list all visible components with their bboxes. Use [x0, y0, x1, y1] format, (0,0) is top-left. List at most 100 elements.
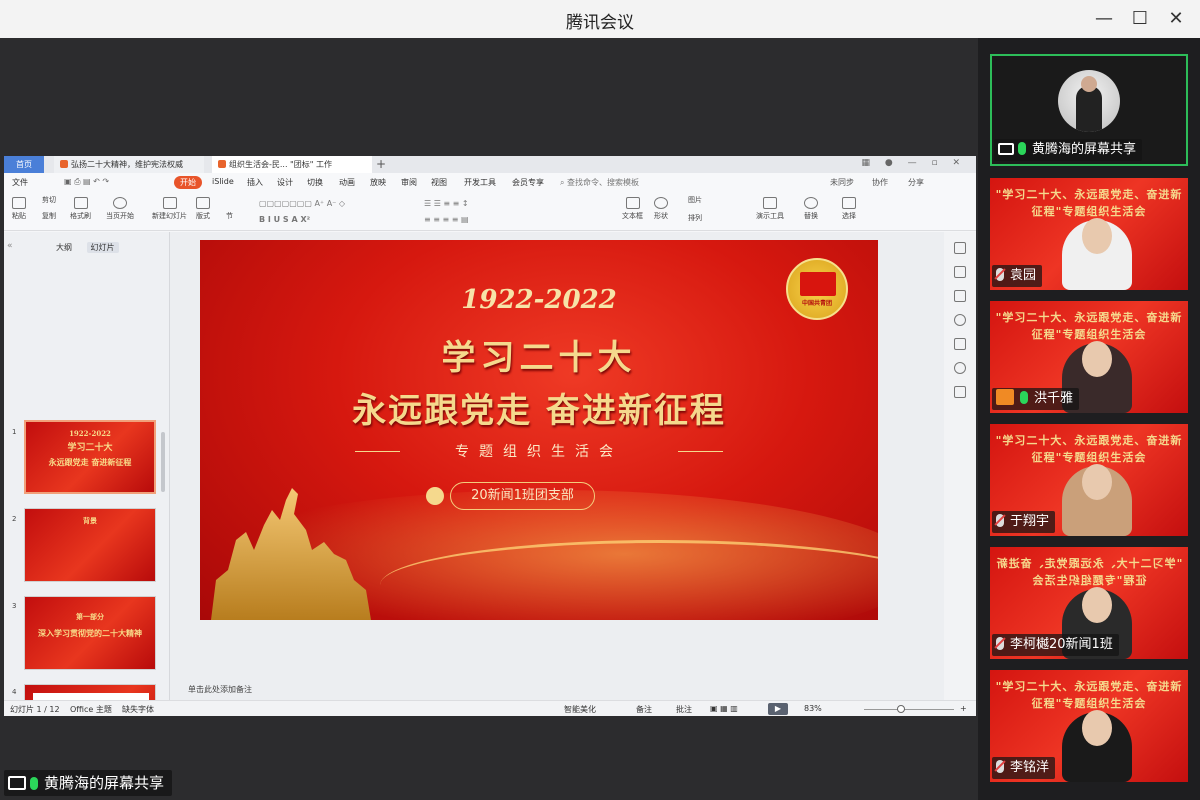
menu-transition[interactable]: 切换: [307, 177, 323, 188]
textbox-button[interactable]: 文本框: [622, 197, 643, 221]
participants-sidebar: 黄腾海的屏幕共享 "学习二十大、永远跟党走、奋进新征程"专题组织生活会 袁园 "…: [978, 38, 1200, 800]
participant-tile[interactable]: "学习二十大、永远跟党走、奋进新征程"专题组织生活会 李柯樾20新闻1班: [990, 547, 1188, 659]
wps-tab-bar: 首页 弘扬二十大精神，维护宪法权威 组织生活会-民... "团标" 工作 + ▦…: [4, 156, 976, 173]
tab-home[interactable]: 首页: [4, 156, 44, 173]
slide-thumb-3[interactable]: 第一部分 深入学习贯彻党的二十大精神: [24, 596, 156, 670]
play-slideshow-icon[interactable]: ▶: [768, 703, 788, 715]
start-from-current-button[interactable]: 当页开始: [106, 197, 134, 221]
cut-button[interactable]: 剪切: [42, 195, 56, 205]
collapse-panel-icon[interactable]: «: [7, 241, 13, 251]
presentation-icon: [763, 197, 777, 209]
participant-tile[interactable]: "学习二十大、永远跟党走、奋进新征程"专题组织生活会 洪千雅: [990, 301, 1188, 413]
image-icon[interactable]: [954, 338, 966, 350]
menu-design[interactable]: 设计: [277, 177, 293, 188]
new-slide-button[interactable]: 新建幻灯片: [152, 197, 187, 221]
minimize-icon[interactable]: —: [1090, 6, 1118, 32]
comments-toggle[interactable]: 批注: [676, 704, 692, 715]
participant-label: 黄腾海的屏幕共享: [994, 139, 1143, 161]
picture-button[interactable]: 图片: [688, 195, 702, 205]
mic-muted-icon: [996, 268, 1004, 281]
presentation-tools-button[interactable]: 演示工具: [756, 197, 784, 221]
sync-status[interactable]: 未同步: [830, 177, 854, 188]
tab-document-2[interactable]: 组织生活会-民... "团标" 工作: [212, 156, 372, 173]
menu-member[interactable]: 会员专享: [512, 177, 544, 188]
close-icon[interactable]: ✕: [1162, 6, 1190, 32]
new-tab-icon[interactable]: +: [376, 156, 386, 173]
copy-icon[interactable]: [954, 290, 966, 302]
notes-placeholder: 单击此处添加备注: [188, 685, 252, 694]
slide-editor: 中国共青团 1922-2022 学习二十大 永远跟党走 奋进新征程 专题组织生活…: [170, 232, 950, 702]
window-controls-icon[interactable]: ▦ ● — ▫ ✕: [862, 158, 966, 168]
beautify-button[interactable]: 智能美化: [564, 704, 596, 715]
zoom-slider-handle[interactable]: [897, 705, 905, 713]
notes-toggle[interactable]: 备注: [636, 704, 652, 715]
avatar: [1058, 70, 1120, 132]
participant-label: 李铭洋: [992, 757, 1056, 779]
sidebar-toggle-icon[interactable]: [954, 242, 966, 254]
slide-org-pill: 20新闻1班团支部: [450, 482, 595, 510]
participant-label: 袁园: [992, 265, 1043, 287]
tab-slides[interactable]: 幻灯片: [86, 242, 119, 253]
pointer-icon[interactable]: [954, 266, 966, 278]
paragraph-controls[interactable]: ☰ ☰ ≡ ≡ ↕: [424, 199, 469, 208]
command-search[interactable]: ⌕ 查找命令、搜索模板: [560, 177, 639, 188]
section-button[interactable]: 节: [226, 211, 233, 221]
mic-on-icon: [1020, 391, 1028, 404]
maximize-icon[interactable]: ☐: [1126, 6, 1154, 32]
menu-islide[interactable]: iSlide: [212, 177, 234, 186]
participant-tile-host[interactable]: 黄腾海的屏幕共享: [990, 54, 1188, 166]
quick-access-icons[interactable]: ▣ ⎙ ▤ ↶ ↷: [64, 177, 109, 187]
collaborate-button[interactable]: 协作: [872, 177, 888, 188]
menu-review[interactable]: 审阅: [401, 177, 417, 188]
tab-outline[interactable]: 大纲: [56, 243, 72, 252]
font-style-buttons[interactable]: B I U S A X²: [259, 215, 310, 224]
arrange-button[interactable]: 排列: [688, 213, 702, 223]
slide-thumb-1[interactable]: 1922-2022 学习二十大 永远跟党走 奋进新征程: [24, 420, 156, 494]
format-painter-button[interactable]: 格式刷: [70, 197, 91, 221]
slide-year: 1922-2022: [461, 285, 617, 315]
replace-button[interactable]: 替换: [804, 197, 818, 221]
notes-area[interactable]: 单击此处添加备注: [170, 678, 944, 702]
new-slide-icon: [162, 197, 177, 209]
current-slide[interactable]: 中国共青团 1922-2022 学习二十大 永远跟党走 奋进新征程 专题组织生活…: [200, 240, 878, 620]
menu-slideshow[interactable]: 放映: [370, 177, 386, 188]
menu-animation[interactable]: 动画: [339, 177, 355, 188]
zoom-slider[interactable]: [864, 709, 954, 710]
select-button[interactable]: 选择: [842, 197, 856, 221]
paste-button[interactable]: 粘贴: [12, 197, 26, 221]
zoom-in-icon[interactable]: +: [960, 704, 967, 713]
shape-button[interactable]: 形状: [654, 197, 668, 221]
missing-font-button[interactable]: 缺失字体: [122, 704, 154, 715]
participant-tile[interactable]: "学习二十大、永远跟党走、奋进新征程"专题组织生活会 袁园: [990, 178, 1188, 290]
menu-start[interactable]: 开始: [174, 176, 202, 189]
slide-title-1: 学习二十大: [441, 338, 637, 378]
zoom-level[interactable]: 83%: [804, 704, 822, 713]
slide-thumb-2[interactable]: 背景: [24, 508, 156, 582]
location-icon[interactable]: [954, 362, 966, 374]
share-button[interactable]: 分享: [908, 177, 924, 188]
participant-tile[interactable]: "学习二十大、永远跟党走、奋进新征程"专题组织生活会 于翔宇: [990, 424, 1188, 536]
shared-screen-area: 首页 弘扬二十大精神，维护宪法权威 组织生活会-民... "团标" 工作 + ▦…: [0, 38, 978, 800]
brush-icon: [73, 197, 88, 209]
font-controls[interactable]: ▢▢▢▢▢▢▢ A⁺ A⁻ ◇: [259, 199, 345, 208]
align-controls[interactable]: ≡ ≡ ≡ ≡ ▤: [424, 215, 469, 224]
tencent-meeting-window: 腾讯会议 — ☐ ✕ 首页 弘扬二十大精神，维护宪法权威 组织生活会-民... …: [0, 0, 1200, 800]
user-icon: [996, 389, 1014, 405]
right-tool-strip: [944, 232, 976, 702]
participant-tile[interactable]: "学习二十大、永远跟党走、奋进新征程"专题组织生活会 李铭洋: [990, 670, 1188, 782]
view-mode-icons[interactable]: ▣ ▦ ▥: [710, 704, 738, 713]
copy-button[interactable]: 复制: [42, 211, 56, 221]
menu-insert[interactable]: 插入: [247, 177, 263, 188]
menu-file[interactable]: 文件: [12, 177, 28, 188]
tab-document-1[interactable]: 弘扬二十大精神，维护宪法权威: [54, 156, 204, 173]
thumb-number: 4: [12, 688, 17, 696]
book-icon[interactable]: [954, 386, 966, 398]
window-title: 腾讯会议: [566, 13, 634, 33]
menu-view[interactable]: 视图: [431, 177, 447, 188]
menu-developer[interactable]: 开发工具: [464, 177, 496, 188]
layout-button[interactable]: 版式: [196, 197, 210, 221]
title-bar: 腾讯会议 — ☐ ✕: [0, 0, 1200, 38]
help-icon[interactable]: [954, 314, 966, 326]
meeting-banner: "学习二十大、永远跟党走、奋进新征程"专题组织生活会: [995, 557, 1183, 587]
panel-scrollbar[interactable]: [161, 432, 165, 492]
